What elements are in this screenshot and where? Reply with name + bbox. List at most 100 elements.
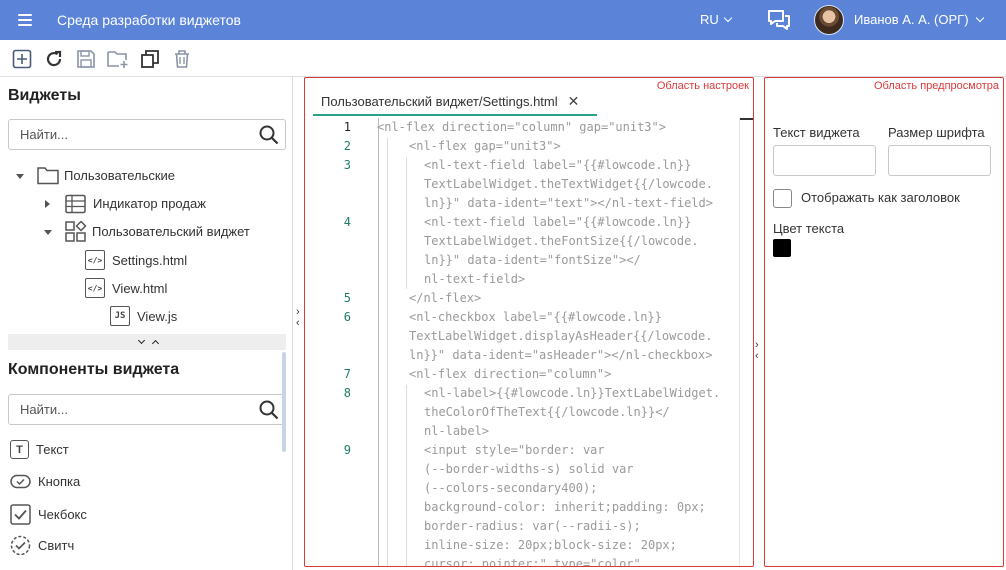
gutter-divider: [378, 118, 379, 566]
add-icon[interactable]: [11, 48, 33, 70]
component-checkbox[interactable]: Чекбокс: [10, 504, 87, 525]
caret-down-icon[interactable]: [16, 174, 24, 179]
code-line: (--border-widths-s) solid var: [424, 462, 634, 476]
close-icon[interactable]: ✕: [568, 93, 580, 110]
line-number: 2: [343, 139, 351, 153]
collapse-left-panel-handle[interactable]: › ‹: [296, 307, 304, 337]
component-label: Свитч: [38, 538, 75, 553]
tree-item-label: Пользовательские: [64, 168, 176, 183]
search-icon[interactable]: [259, 125, 279, 145]
caret-down-icon[interactable]: [44, 230, 52, 235]
code-line: inline-size: 20px;block-size: 20px;: [424, 538, 677, 552]
as-header-checkbox[interactable]: [773, 189, 792, 208]
toolbar: [0, 40, 1006, 77]
indent-guide: [406, 385, 407, 566]
code-line: <nl-text-field label="{{#lowcode.ln}}: [424, 158, 692, 172]
component-switch[interactable]: Свитч: [10, 535, 74, 556]
line-number: 5: [343, 291, 351, 305]
settings-editor-region: Область настроек Пользовательский виджет…: [304, 77, 754, 567]
code-line: cursor: pointer;" type="color": [424, 557, 641, 567]
code-line: <nl-flex direction="column" gap="unit3">: [377, 120, 666, 134]
tab-label: Пользовательский виджет/Settings.html: [321, 93, 558, 109]
chat-icon[interactable]: [767, 9, 791, 31]
button-icon: [10, 474, 31, 489]
code-line: background-color: inherit;padding: 0px;: [424, 500, 706, 514]
code-line: TextLabelWidget.theTextWidget{{/lowcode.: [424, 177, 713, 191]
settings-region-label: Область настроек: [656, 80, 749, 92]
code-line: <nl-flex direction="column">: [409, 367, 612, 381]
widget-text-field[interactable]: [773, 145, 876, 176]
code-line: nl-text-field>: [424, 272, 526, 286]
menu-icon[interactable]: [18, 14, 32, 26]
components-title: Компоненты виджета: [8, 361, 180, 378]
app-title: Среда разработки виджетов: [57, 12, 241, 28]
left-panel: Виджеты Найти... Пользовательские Индика…: [0, 77, 293, 570]
switch-icon: [10, 535, 31, 556]
tree-item-settings-html[interactable]: </> Settings.html: [85, 249, 187, 271]
widgets-search-input[interactable]: Найти...: [8, 119, 286, 150]
code-editor[interactable]: 1 2 3 4 5 6 7 8 9 <nl-flex direction="co…: [305, 118, 753, 567]
tree-item-label: Пользовательский виджет: [92, 224, 250, 239]
tab-settings-html[interactable]: Пользовательский виджет/Settings.html ✕: [313, 88, 597, 116]
components-search-input[interactable]: Найти...: [8, 394, 286, 425]
code-line: theColorOfTheText{{/lowcode.ln}}</: [424, 405, 670, 419]
panel-splitter[interactable]: [8, 334, 286, 350]
code-line: TextLabelWidget.displayAsHeader{{/lowcod…: [409, 329, 713, 343]
preview-region: Область предпросмотра Текст виджета Разм…: [764, 77, 1004, 567]
chevron-down-icon[interactable]: [137, 336, 146, 344]
code-scrollbar[interactable]: [739, 118, 753, 566]
save-icon[interactable]: [75, 48, 97, 70]
checkbox-icon: [10, 504, 31, 525]
tree-item-view-html[interactable]: </> View.html: [85, 277, 167, 299]
tree-item-view-js[interactable]: JS View.js: [110, 305, 177, 327]
top-app-bar: Среда разработки виджетов RU Иванов А. А…: [0, 0, 1006, 40]
line-number: 3: [343, 158, 351, 172]
text-color-picker[interactable]: [773, 239, 791, 257]
indent-guide: [406, 157, 407, 289]
indent-guide: [387, 138, 388, 566]
component-button[interactable]: Кнопка: [10, 472, 80, 491]
search-placeholder: Найти...: [20, 402, 68, 417]
search-icon[interactable]: [259, 400, 279, 420]
code-line: border-radius: var(--radii-s);: [424, 519, 641, 533]
components-scrollbar[interactable]: [282, 352, 286, 452]
code-line: ln}}" data-ident="text"></nl-text-field>: [424, 196, 713, 210]
html-file-icon: </>: [85, 278, 105, 298]
code-line: <nl-flex gap="unit3">: [409, 139, 561, 153]
code-line: <nl-label>{{#lowcode.ln}}TextLabelWidget…: [424, 386, 721, 400]
avatar[interactable]: [814, 5, 844, 35]
caret-right-icon[interactable]: [45, 200, 50, 208]
line-number: 8: [343, 386, 351, 400]
language-selector[interactable]: RU: [700, 12, 733, 27]
code-line: <input style="border: var: [424, 443, 605, 457]
search-placeholder: Найти...: [20, 127, 68, 142]
text-color-label: Цвет текста: [773, 221, 845, 236]
user-name: Иванов А. А. (ОРГ): [854, 12, 969, 27]
line-number: 1: [343, 120, 351, 134]
preview-region-label: Область предпросмотра: [874, 80, 999, 92]
code-line: <nl-checkbox label="{{#lowcode.ln}}: [409, 310, 662, 324]
line-number: 6: [343, 310, 351, 324]
user-menu[interactable]: Иванов А. А. (ОРГ): [854, 12, 984, 27]
tree-item-label: Settings.html: [112, 252, 188, 268]
font-size-field[interactable]: [888, 145, 991, 176]
delete-icon[interactable]: [171, 48, 193, 70]
language-label: RU: [700, 12, 719, 27]
component-text[interactable]: T Текст: [10, 440, 69, 459]
code-line: <nl-text-field label="{{#lowcode.ln}}: [424, 215, 692, 229]
chevron-left-icon: ‹: [755, 350, 759, 362]
widget-table-icon: [65, 194, 86, 214]
chevron-up-icon[interactable]: [151, 339, 160, 348]
component-label: Кнопка: [38, 474, 81, 489]
tree-item-label: View.html: [112, 280, 168, 296]
copy-icon[interactable]: [139, 48, 161, 70]
refresh-icon[interactable]: [43, 48, 65, 70]
collapse-right-panel-handle[interactable]: › ‹: [755, 340, 763, 370]
tree-item-label: Индикатор продаж: [93, 196, 206, 211]
line-number: 9: [343, 443, 351, 457]
line-number: 4: [343, 215, 351, 229]
widget-shapes-icon: [65, 221, 87, 242]
text-icon: T: [10, 440, 29, 459]
add-folder-icon[interactable]: [107, 48, 129, 70]
tree-item-label: View.js: [137, 308, 178, 324]
